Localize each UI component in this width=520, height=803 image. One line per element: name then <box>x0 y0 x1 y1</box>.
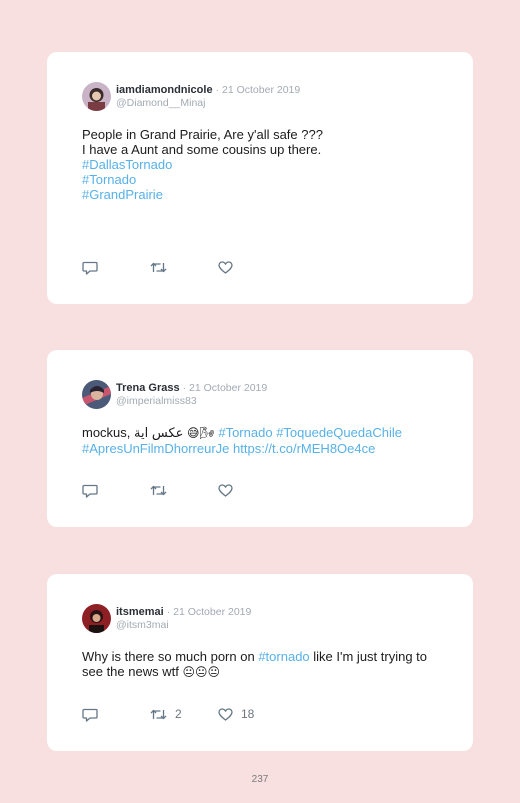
tweet-header: Trena Grass · 21 October 2019 @imperialm… <box>82 379 267 409</box>
emoji: 😐😐😐 <box>182 665 220 679</box>
retweet-button[interactable] <box>150 259 218 275</box>
retweet-icon <box>150 709 167 719</box>
tweet-text-segment: see the news wtf <box>82 664 179 679</box>
retweet-count: 2 <box>175 707 182 721</box>
tweet-date: · 21 October 2019 <box>215 83 301 96</box>
tweet-text-segment: like I'm just trying to <box>313 649 428 664</box>
hashtag-link[interactable]: #ApresUnFilmDhorreurJe <box>82 441 229 456</box>
tweet-card: itsmemai · 21 October 2019 @itsm3mai Why… <box>47 574 473 751</box>
like-icon <box>218 483 233 497</box>
author-name[interactable]: itsmemai <box>116 606 164 618</box>
tweet-header: iamdiamondnicole · 21 October 2019 @Diam… <box>82 81 300 111</box>
tweet-date: · 21 October 2019 <box>166 605 252 618</box>
tweet-text-line: People in Grand Prairie, Are y'all safe … <box>82 127 323 142</box>
like-button[interactable]: 18 <box>218 706 286 722</box>
tweet-text-line: I have a Aunt and some cousins up there. <box>82 142 322 157</box>
retweet-button[interactable] <box>150 482 218 498</box>
hashtag-link[interactable]: #Tornado <box>218 425 272 440</box>
tweet-actions <box>82 482 286 498</box>
like-button[interactable] <box>218 259 286 275</box>
tweet-text-segment: Why is there so much porn on <box>82 649 255 664</box>
retweet-button[interactable]: 2 <box>150 706 218 722</box>
tweet-text: mockus, عكس اية 😅🌬 #Tornado #ToquedeQued… <box>82 425 447 456</box>
avatar[interactable] <box>82 379 111 409</box>
reply-icon <box>82 484 98 498</box>
hashtag-link[interactable]: #DallasTornado <box>82 157 447 172</box>
retweet-icon <box>150 262 167 272</box>
hashtag-link[interactable]: #GrandPrairie <box>82 187 447 202</box>
tweet-text-segment: mockus, عكس اية <box>82 425 184 440</box>
tweet-card: Trena Grass · 21 October 2019 @imperialm… <box>47 350 473 527</box>
author-handle[interactable]: @imperialmiss83 <box>116 395 267 407</box>
like-icon <box>218 260 233 274</box>
page-number: 237 <box>251 774 269 785</box>
tweet-actions: 2 18 <box>82 706 286 722</box>
tweet-actions <box>82 259 286 275</box>
hashtag-link[interactable]: #tornado <box>258 649 309 664</box>
reply-button[interactable] <box>82 259 150 275</box>
tweet-card: iamdiamondnicole · 21 October 2019 @Diam… <box>47 52 473 304</box>
author-name[interactable]: iamdiamondnicole <box>116 84 213 96</box>
url-link[interactable]: https://t.co/rMEH8Oe4ce <box>233 441 375 456</box>
tweet-text: People in Grand Prairie, Are y'all safe … <box>82 127 447 202</box>
reply-button[interactable] <box>82 706 150 722</box>
tweet-header: itsmemai · 21 October 2019 @itsm3mai <box>82 603 251 633</box>
avatar[interactable] <box>82 81 111 111</box>
hashtag-link[interactable]: #Tornado <box>82 172 447 187</box>
reply-icon <box>82 261 98 275</box>
reply-button[interactable] <box>82 482 150 498</box>
like-button[interactable] <box>218 482 286 498</box>
like-icon <box>218 707 233 721</box>
tweet-text: Why is there so much porn on #tornado li… <box>82 649 447 680</box>
author-handle[interactable]: @Diamond__Minaj <box>116 97 300 109</box>
emoji: 😅🌬 <box>186 426 215 440</box>
like-count: 18 <box>241 707 255 721</box>
avatar[interactable] <box>82 603 111 633</box>
reply-icon <box>82 708 98 722</box>
author-handle[interactable]: @itsm3mai <box>116 619 251 631</box>
tweet-date: · 21 October 2019 <box>182 381 268 394</box>
author-name[interactable]: Trena Grass <box>116 382 180 394</box>
hashtag-link[interactable]: #ToquedeQuedaChile <box>276 425 402 440</box>
retweet-icon <box>150 485 167 495</box>
